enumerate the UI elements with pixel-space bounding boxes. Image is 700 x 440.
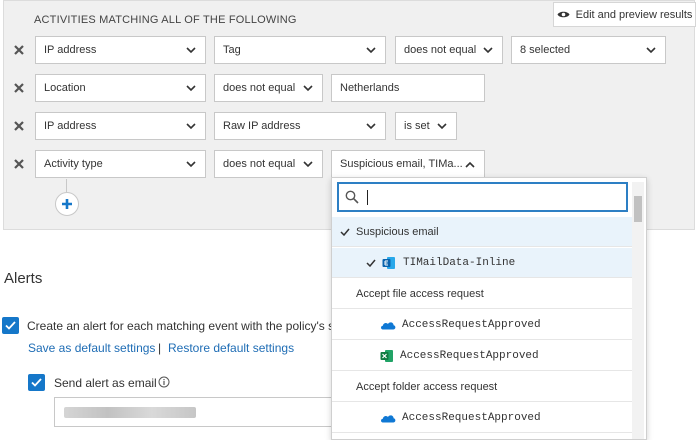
- row1-value-dropdown[interactable]: 8 selected: [511, 36, 666, 64]
- onedrive-icon: [380, 413, 396, 423]
- dropdown-option-app[interactable]: AccessRequestApproved: [332, 403, 632, 433]
- chevron-down-icon: [186, 161, 196, 168]
- dropdown-option-app[interactable]: AccessRequestApproved: [332, 341, 632, 371]
- row4-condition-dropdown[interactable]: does not equal: [214, 150, 323, 178]
- checkmark-icon: [366, 259, 376, 267]
- chevron-up-icon: [465, 161, 475, 168]
- row3-field-dropdown[interactable]: IP address: [35, 112, 206, 140]
- edit-preview-results-button[interactable]: Edit and preview results: [553, 2, 696, 27]
- row2-value-text: Netherlands: [340, 82, 400, 94]
- dropdown-option-group[interactable]: Accept folder access request: [332, 372, 632, 402]
- create-alert-label: Create an alert for each matching event …: [27, 319, 335, 333]
- onedrive-icon: [380, 320, 396, 330]
- send-alert-email-checkbox[interactable]: [28, 374, 45, 391]
- email-recipient-input[interactable]: [54, 397, 334, 427]
- row1-operator-dropdown[interactable]: Tag: [214, 36, 386, 64]
- row1-operator-value: Tag: [223, 44, 241, 56]
- row4-field-value: Activity type: [44, 158, 103, 170]
- dropdown-option-group[interactable]: Accept file access request: [332, 279, 632, 309]
- checkmark-icon: [340, 228, 350, 236]
- option-label: Accept file access request: [356, 287, 484, 300]
- row2-condition-value: does not equal: [223, 82, 296, 94]
- row1-field-value: IP address: [44, 44, 97, 56]
- restore-default-settings-link[interactable]: Restore default settings: [168, 341, 294, 355]
- dropdown-option-app[interactable]: TIMailData-Inline: [332, 248, 632, 278]
- row4-field-dropdown[interactable]: Activity type: [35, 150, 206, 178]
- row3-operator-value: Raw IP address: [223, 120, 301, 132]
- info-icon[interactable]: [158, 376, 170, 391]
- alerts-heading: Alerts: [4, 270, 43, 287]
- option-label: Accept folder access request: [356, 380, 498, 393]
- chevron-down-icon: [186, 85, 196, 92]
- dropdown-search-input[interactable]: [337, 182, 628, 212]
- row1-condition-dropdown[interactable]: does not equal: [395, 36, 503, 64]
- remove-row-icon[interactable]: [12, 157, 26, 171]
- dropdown-option-app[interactable]: AccessRequestApproved: [332, 310, 632, 340]
- redacted-email-value: [64, 407, 196, 418]
- send-alert-email-label: Send alert as email: [54, 376, 157, 390]
- row4-condition-value: does not equal: [223, 158, 296, 170]
- chevron-down-icon: [437, 123, 447, 130]
- chevron-down-icon: [186, 47, 196, 54]
- chevron-down-icon: [483, 47, 493, 54]
- row4-value-text: Suspicious email, TIMa...: [340, 158, 463, 170]
- row2-condition-dropdown[interactable]: does not equal: [214, 74, 323, 102]
- excel-icon: [380, 349, 394, 363]
- option-label: Suspicious email: [356, 225, 439, 238]
- link-separator: |: [158, 341, 162, 355]
- text-cursor: [367, 189, 368, 205]
- scrollbar-thumb[interactable]: [634, 196, 642, 222]
- create-alert-checkbox[interactable]: [2, 317, 19, 334]
- save-default-settings-link[interactable]: Save as default settings: [28, 341, 155, 355]
- add-filter-button[interactable]: [55, 192, 79, 216]
- row4-value-dropdown[interactable]: Suspicious email, TIMa...: [331, 150, 485, 178]
- remove-row-icon[interactable]: [12, 43, 26, 57]
- option-label: AccessRequestApproved: [402, 318, 541, 331]
- option-label: AccessRequestApproved: [400, 349, 539, 362]
- row1-condition-value: does not equal: [404, 44, 477, 56]
- row3-field-value: IP address: [44, 120, 97, 132]
- eye-icon: [557, 10, 570, 19]
- dropdown-scrollbar[interactable]: [632, 182, 644, 439]
- chevron-down-icon: [186, 123, 196, 130]
- activity-type-dropdown-list: Suspicious email TIMailData-Inline Accep…: [331, 177, 647, 440]
- option-label: AccessRequestApproved: [402, 411, 541, 424]
- row3-operator-dropdown[interactable]: Raw IP address: [214, 112, 386, 140]
- chevron-down-icon: [366, 123, 376, 130]
- filter-panel-heading: ACTIVITIES MATCHING ALL OF THE FOLLOWING: [34, 14, 297, 26]
- plus-icon: [62, 199, 72, 209]
- dropdown-option-group[interactable]: Suspicious email: [332, 217, 632, 247]
- chevron-down-icon: [366, 47, 376, 54]
- row3-condition-value: is set: [404, 120, 430, 132]
- row2-field-value: Location: [44, 82, 86, 94]
- row3-condition-dropdown[interactable]: is set: [395, 112, 457, 140]
- connector-line: [66, 179, 67, 192]
- chevron-down-icon: [303, 85, 313, 92]
- chevron-down-icon: [646, 47, 656, 54]
- remove-row-icon[interactable]: [12, 119, 26, 133]
- row2-value-input[interactable]: Netherlands: [331, 74, 485, 102]
- checkmark-icon: [5, 321, 16, 330]
- search-icon: [345, 190, 359, 204]
- checkmark-icon: [31, 378, 42, 387]
- row1-value-text: 8 selected: [520, 44, 571, 56]
- chevron-down-icon: [303, 161, 313, 168]
- remove-row-icon[interactable]: [12, 81, 26, 95]
- row2-field-dropdown[interactable]: Location: [35, 74, 206, 102]
- row1-field-dropdown[interactable]: IP address: [35, 36, 206, 64]
- edit-preview-results-label: Edit and preview results: [575, 8, 693, 21]
- exchange-icon: [382, 256, 396, 270]
- option-label: TIMailData-Inline: [403, 256, 516, 269]
